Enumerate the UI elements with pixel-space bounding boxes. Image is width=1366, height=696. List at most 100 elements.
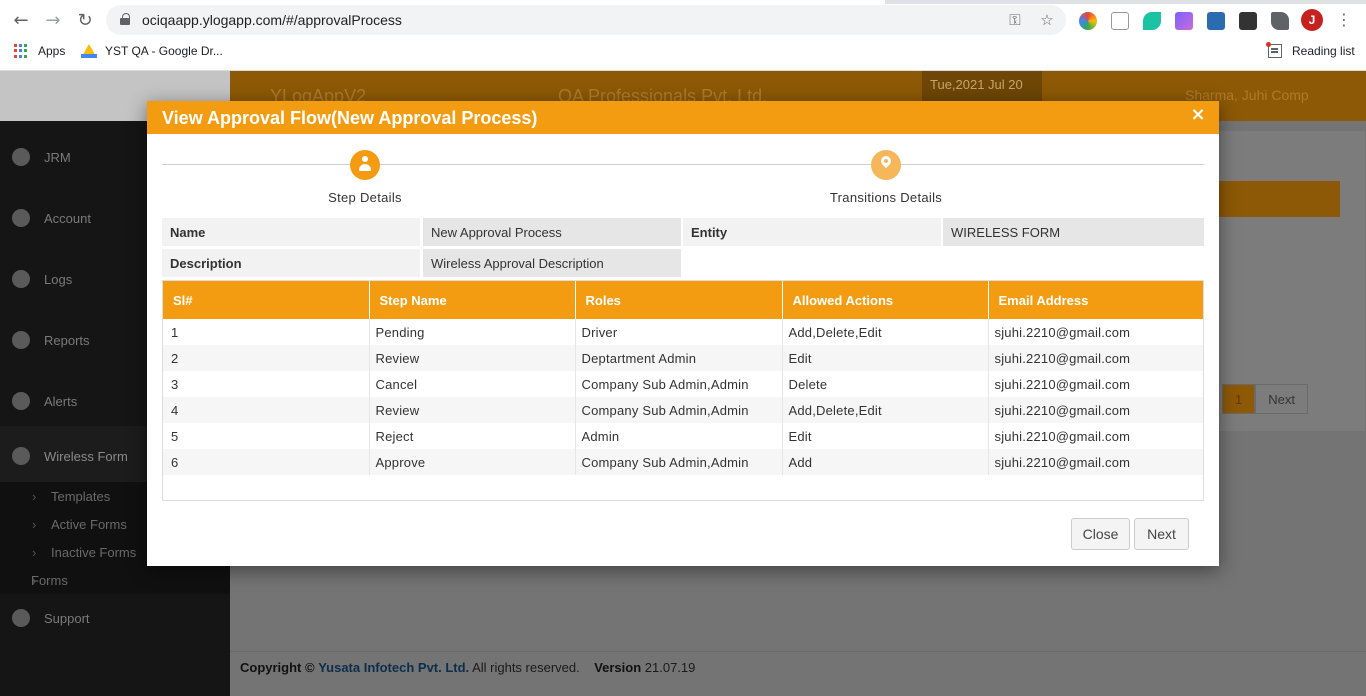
browser-menu-icon[interactable]: ⋮ xyxy=(1336,10,1352,30)
description-value: Wireless Approval Description xyxy=(423,249,681,277)
bookmark-drive[interactable]: YST QA - Google Dr... xyxy=(81,44,223,58)
cell-allowed-actions: Delete xyxy=(782,371,989,397)
star-icon[interactable]: ☆ xyxy=(1038,11,1056,29)
wizard-step-label: Transitions Details xyxy=(829,190,943,205)
header-step-name[interactable]: Step Name xyxy=(369,281,576,319)
clock-icon xyxy=(12,270,30,288)
extension-color-icon[interactable] xyxy=(1079,12,1097,30)
sidebar-item-label: Reports xyxy=(44,332,90,348)
forward-icon[interactable]: → xyxy=(40,8,66,32)
steps-table: Sl# Step Name Roles Allowed Actions Emai… xyxy=(163,281,1203,475)
extension-selenium-icon[interactable] xyxy=(1239,12,1257,30)
cell-step-name: Review xyxy=(369,397,576,423)
footer-version: 21.07.19 xyxy=(644,660,696,675)
sidebar-settings[interactable] xyxy=(0,651,230,696)
cell-step-name: Pending xyxy=(369,319,576,345)
table-row[interactable]: 2 Review Deptartment Admin Edit sjuhi.2210@g… xyxy=(163,345,1203,371)
app-pager: 1 Next xyxy=(1222,384,1308,414)
cell-sl: 5 xyxy=(163,423,370,449)
map-pin-icon xyxy=(878,153,894,169)
modal-header: View Approval Flow(New Approval Process)… xyxy=(147,101,1219,134)
next-button[interactable]: Next xyxy=(1134,518,1189,550)
bookmark-apps[interactable]: Apps xyxy=(14,44,65,58)
step-circle xyxy=(871,150,901,180)
extensions-puzzle-icon[interactable] xyxy=(1271,12,1289,30)
steps-table-wrap: Sl# Step Name Roles Allowed Actions Emai… xyxy=(162,280,1204,501)
bell-icon xyxy=(12,392,30,410)
cell-roles: Company Sub Admin,Admin xyxy=(575,371,783,397)
header-email[interactable]: Email Address xyxy=(988,281,1203,319)
cell-email: sjuhi.2210@gmail.com xyxy=(988,371,1203,397)
cell-sl: 6 xyxy=(163,449,370,475)
table-row[interactable]: 4 Review Company Sub Admin,Admin Add,Delete… xyxy=(163,397,1203,423)
footer-copyright: Copyright © xyxy=(240,660,315,675)
info-row-name: Name New Approval Process Entity WIRELES… xyxy=(162,218,1204,248)
sidebar-item-support[interactable]: Support xyxy=(0,588,230,648)
address-bar[interactable]: ociqaapp.ylogapp.com/#/approvalProcess ⚿… xyxy=(106,5,1066,35)
cell-email: sjuhi.2210@gmail.com xyxy=(988,423,1203,449)
close-button[interactable]: Close xyxy=(1071,518,1130,550)
report-icon xyxy=(12,331,30,349)
header-roles[interactable]: Roles xyxy=(575,281,783,319)
footer-version-label: Version xyxy=(594,660,642,675)
modal-title: View Approval Flow(New Approval Process) xyxy=(162,108,538,128)
browser-toolbar: ← → ↻ ociqaapp.ylogapp.com/#/approvalPro… xyxy=(0,4,1366,36)
thermometer-icon xyxy=(12,209,30,227)
cell-email: sjuhi.2210@gmail.com xyxy=(988,319,1203,345)
cell-allowed-actions: Add,Delete,Edit xyxy=(782,319,989,345)
app-footer: Copyright © Yusata Infotech Pvt. Ltd. Al… xyxy=(230,651,1366,696)
dashboard-icon xyxy=(12,148,30,166)
key-icon[interactable]: ⚿ xyxy=(1006,11,1024,29)
extension-s-icon[interactable] xyxy=(1207,12,1225,30)
pager-next[interactable]: Next xyxy=(1255,384,1308,414)
footer-company-link[interactable]: Yusata Infotech Pvt. Ltd. xyxy=(318,660,469,675)
extension-bird-icon[interactable] xyxy=(1143,12,1161,30)
header-sl[interactable]: Sl# xyxy=(163,281,370,319)
google-drive-icon xyxy=(81,44,97,58)
entity-value: WIRELESS FORM xyxy=(943,218,1204,246)
profile-avatar[interactable]: J xyxy=(1301,9,1323,31)
sidebar-item-label: Wireless Form xyxy=(44,448,128,464)
table-row[interactable]: 1 Pending Driver Add,Delete,Edit sjuhi.2210@… xyxy=(163,319,1203,345)
footer-rights: All rights reserved. xyxy=(472,660,580,675)
cell-roles: Company Sub Admin,Admin xyxy=(575,397,783,423)
cell-allowed-actions: Add xyxy=(782,449,989,475)
entity-label: Entity xyxy=(683,218,941,246)
back-icon[interactable]: ← xyxy=(8,8,34,32)
cell-sl: 1 xyxy=(163,319,370,345)
reading-list-label: Reading list xyxy=(1292,44,1355,58)
table-row[interactable]: 5 Reject Admin Edit sjuhi.2210@gmail.com xyxy=(163,423,1203,449)
info-row-description: Description Wireless Approval Descriptio… xyxy=(162,249,1204,279)
cell-roles: Admin xyxy=(575,423,783,449)
table-row[interactable]: 6 Approve Company Sub Admin,Admin Add sjuhi.… xyxy=(163,449,1203,475)
cell-step-name: Cancel xyxy=(369,371,576,397)
extension-text-icon[interactable] xyxy=(1111,12,1129,30)
table-row[interactable]: 3 Cancel Company Sub Admin,Admin Delete sjuh… xyxy=(163,371,1203,397)
cell-step-name: Reject xyxy=(369,423,576,449)
apps-grid-icon xyxy=(14,44,28,58)
wizard-step-transitions[interactable]: Transitions Details xyxy=(756,150,1016,205)
reading-list-button[interactable]: Reading list xyxy=(1266,42,1355,58)
sidebar-item-label: JRM xyxy=(44,149,71,165)
reload-icon[interactable]: ↻ xyxy=(72,8,98,32)
cell-sl: 3 xyxy=(163,371,370,397)
wizard-step-label: Step Details xyxy=(328,190,402,205)
lock-icon xyxy=(120,13,130,25)
sidebar-item-label: Support xyxy=(44,610,90,626)
sidebar-item-label: Logs xyxy=(44,271,73,287)
bookmarks-bar: Apps YST QA - Google Dr... Reading list xyxy=(0,36,1366,71)
cell-allowed-actions: Edit xyxy=(782,345,989,371)
header-allowed-actions[interactable]: Allowed Actions xyxy=(782,281,989,319)
url-text[interactable]: ociqaapp.ylogapp.com/#/approvalProcess xyxy=(142,12,402,28)
sidebar-item-label: Account xyxy=(44,210,91,226)
close-icon[interactable]: × xyxy=(1189,106,1207,124)
pager-page[interactable]: 1 xyxy=(1222,384,1256,414)
cell-step-name: Review xyxy=(369,345,576,371)
extension-gem-icon[interactable] xyxy=(1175,12,1193,30)
reading-list-icon xyxy=(1266,42,1282,58)
description-label: Description xyxy=(162,249,420,277)
wizard-step-details[interactable]: Step Details xyxy=(235,150,495,205)
step-circle xyxy=(350,150,380,180)
user-icon xyxy=(359,156,371,173)
name-label: Name xyxy=(162,218,420,246)
